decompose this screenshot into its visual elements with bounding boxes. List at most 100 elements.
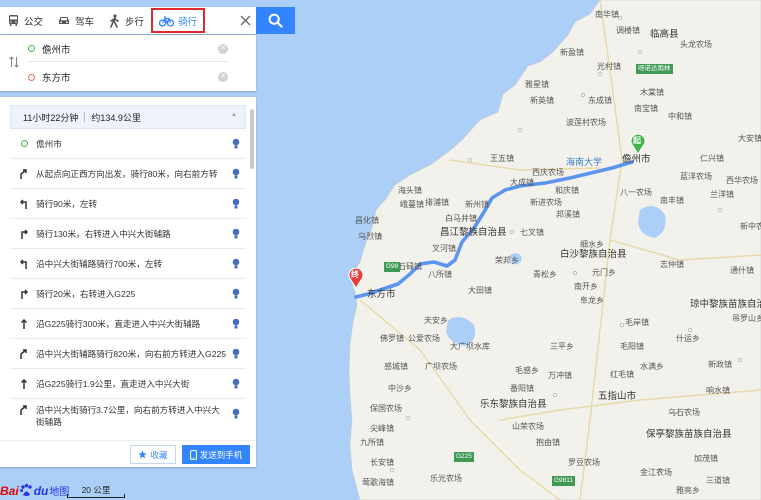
map-label: 雅亮乡 bbox=[676, 486, 700, 495]
map-label: 白马井镇 bbox=[445, 214, 477, 223]
step-item[interactable]: 沿中兴大街辅路骑行700米，左转 bbox=[10, 249, 246, 279]
map-label: 广坝农场 bbox=[425, 362, 457, 371]
map-label: 海头镇 bbox=[398, 186, 422, 195]
tab-drive[interactable]: 驾车 bbox=[50, 7, 101, 34]
map-label: 响水镇 bbox=[706, 386, 730, 395]
route-result-panel: 11小时22分钟 约134.9公里 ▲ 儋州市 从起点向正西方向出发，骑行80米… bbox=[0, 97, 256, 467]
tab-walk-label: 步行 bbox=[125, 16, 145, 28]
bulb-icon[interactable] bbox=[232, 378, 240, 390]
map-label: 新州镇 bbox=[465, 200, 489, 209]
bulb-icon[interactable] bbox=[232, 408, 240, 420]
close-button[interactable] bbox=[234, 7, 256, 34]
bus-icon bbox=[9, 15, 18, 26]
map-label: 金江农场 bbox=[640, 468, 672, 477]
bulb-icon[interactable] bbox=[232, 258, 240, 270]
step-item[interactable]: 沿G225骑行1.9公里，直走进入中兴大街 bbox=[10, 369, 246, 399]
end-dot-icon bbox=[28, 73, 35, 81]
map-label: 新进农场 bbox=[530, 198, 562, 207]
map-label: 峨蔓镇 bbox=[400, 200, 424, 209]
end-field[interactable]: 东方市 ✕ bbox=[28, 64, 228, 90]
star-icon bbox=[138, 450, 148, 459]
highway-shield: G98 bbox=[384, 262, 401, 272]
tab-bus-label: 公交 bbox=[24, 16, 44, 28]
turn-right-icon bbox=[20, 348, 27, 359]
step-item[interactable]: 沿中兴大街骑行3.7公里，向右前方转进入中兴大街辅路 bbox=[10, 399, 246, 429]
baidu-map-logo[interactable]: Bai du 地图 bbox=[0, 481, 69, 500]
map-label: 东方市 bbox=[367, 289, 396, 300]
map-label: 中沙乡 bbox=[388, 384, 412, 393]
map-label: 南开乡 bbox=[574, 282, 598, 291]
summary-divider bbox=[84, 112, 86, 122]
start-marker-label: 起 bbox=[633, 136, 641, 145]
route-summary[interactable]: 11小时22分钟 约134.9公里 ▲ bbox=[10, 105, 246, 129]
favorite-button[interactable]: 收藏 bbox=[130, 445, 176, 464]
logo-du: du bbox=[33, 483, 49, 498]
scale-bar bbox=[67, 494, 125, 498]
bulb-icon[interactable] bbox=[232, 228, 240, 240]
map-label: 七叉镇 bbox=[520, 228, 544, 237]
send-to-phone-button[interactable]: 发送到手机 bbox=[182, 445, 250, 464]
map-label: 兰洋镇 bbox=[710, 190, 734, 199]
search-icon bbox=[268, 13, 283, 28]
route-duration: 11小时22分钟 bbox=[23, 112, 79, 123]
step-text: 沿中兴大街辅路骑行820米，向右前方转进入G225 bbox=[36, 348, 227, 359]
map-label: 新盈镇 bbox=[560, 48, 584, 57]
map-label: 三平乡 bbox=[550, 342, 574, 351]
bulb-icon[interactable] bbox=[232, 198, 240, 210]
map-label: 乌烈镇 bbox=[358, 232, 382, 241]
step-item[interactable]: 骑行130米，右转进入中兴大街辅路 bbox=[10, 219, 246, 249]
step-item[interactable]: 沿中兴大街辅路骑行820米，向右前方转进入G225 bbox=[10, 339, 246, 369]
map-label: 新政镇 bbox=[708, 360, 732, 369]
step-item[interactable]: 沿G225骑行300米，直走进入中兴大街辅路 bbox=[10, 309, 246, 339]
step-item[interactable]: 从起点向正西方向出发，骑行80米，向右前方转 bbox=[10, 159, 246, 189]
tab-walk[interactable]: 步行 bbox=[101, 7, 151, 34]
map-label: 公爱农场 bbox=[408, 334, 440, 343]
start-field[interactable]: 儋州市 ✕ bbox=[28, 36, 228, 62]
tab-bike[interactable]: 骑行 bbox=[151, 8, 206, 33]
swap-icon[interactable] bbox=[8, 55, 20, 69]
map-label: 阜龙乡 bbox=[580, 296, 604, 305]
tab-bus[interactable]: 公交 bbox=[0, 7, 50, 34]
end-marker[interactable]: 终 bbox=[348, 268, 364, 288]
step-item[interactable]: 儋州市 bbox=[10, 129, 246, 159]
bulb-icon[interactable] bbox=[232, 288, 240, 300]
map-label: 毛岸镇 bbox=[625, 318, 649, 327]
clear-start-icon[interactable]: ✕ bbox=[218, 43, 228, 54]
map-label: 水满乡 bbox=[640, 362, 664, 371]
highway-shield: G225 bbox=[454, 452, 474, 462]
map-label: 蓝洋农场 bbox=[680, 172, 712, 181]
start-field-value: 儋州市 bbox=[42, 44, 71, 56]
straight-icon bbox=[20, 318, 28, 329]
step-text: 儋州市 bbox=[36, 138, 62, 149]
turn-right-icon bbox=[21, 228, 29, 239]
map-label: 海南大学 bbox=[566, 157, 603, 167]
step-text: 骑行130米，右转进入中兴大街辅路 bbox=[36, 228, 171, 239]
map-label: 南宝镇 bbox=[634, 104, 658, 113]
map-label: 志仲镇 bbox=[660, 260, 684, 269]
step-item[interactable]: 骑行90米，左转 bbox=[10, 189, 246, 219]
step-item[interactable]: 骑行20米，右转进入G225 bbox=[10, 279, 246, 309]
turn-left-icon bbox=[19, 258, 27, 269]
tab-bike-label: 骑行 bbox=[178, 16, 198, 28]
map-label: 八所镇 bbox=[428, 270, 452, 279]
transport-mode-bar: 公交 驾车 步行 骑行 bbox=[0, 7, 256, 34]
bulb-icon[interactable] bbox=[232, 168, 240, 180]
map-label: 长安镇 bbox=[370, 458, 394, 467]
step-list-scrollbar[interactable] bbox=[250, 109, 254, 169]
map-label: 加茂镇 bbox=[694, 454, 718, 463]
bulb-icon[interactable] bbox=[232, 318, 240, 330]
map-label: 叉河镇 bbox=[432, 244, 456, 253]
map-label: 光村镇 bbox=[597, 62, 621, 71]
highway-shield: G9811 bbox=[552, 476, 576, 486]
bulb-icon[interactable] bbox=[232, 348, 240, 360]
bulb-icon[interactable] bbox=[232, 138, 240, 150]
map-label: 昌江黎族自治县 bbox=[440, 227, 507, 238]
collapse-caret-icon[interactable]: ▲ bbox=[231, 112, 237, 118]
start-marker[interactable]: 起 bbox=[630, 134, 646, 154]
bike-icon bbox=[159, 15, 175, 27]
map-label: 红毛镇 bbox=[610, 370, 634, 379]
search-button[interactable] bbox=[256, 7, 295, 34]
map-label: 什运乡 bbox=[676, 334, 700, 343]
map-label: 五指山市 bbox=[598, 391, 637, 402]
clear-end-icon[interactable]: ✕ bbox=[218, 72, 228, 82]
